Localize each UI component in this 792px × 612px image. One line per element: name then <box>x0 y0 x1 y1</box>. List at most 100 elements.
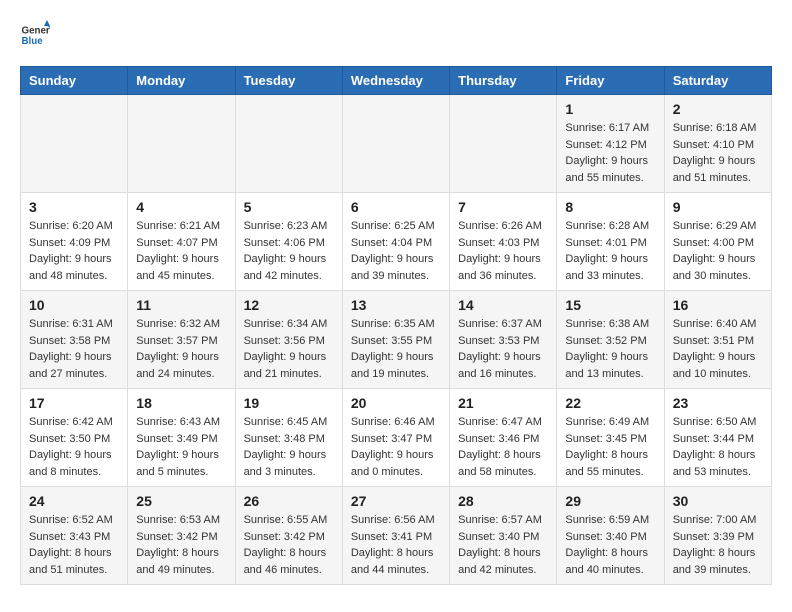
day-info: Sunrise: 6:38 AMSunset: 3:52 PMDaylight:… <box>565 316 655 382</box>
calendar-cell: 7 Sunrise: 6:26 AMSunset: 4:03 PMDaylight… <box>450 193 557 291</box>
header-day-tuesday: Tuesday <box>235 67 342 95</box>
calendar-cell: 23Sunrise: 6:50 AMSunset: 3:44 PMDayligh… <box>664 389 771 487</box>
day-number: 7 <box>458 199 548 215</box>
header-day-wednesday: Wednesday <box>342 67 449 95</box>
logo-icon: General Blue <box>20 20 50 50</box>
day-number: 10 <box>29 297 119 313</box>
day-info: Sunrise: 6:49 AMSunset: 3:45 PMDaylight:… <box>565 414 655 480</box>
day-info: Sunrise: 6:47 AMSunset: 3:46 PMDaylight:… <box>458 414 548 480</box>
calendar-cell: 26 Sunrise: 6:55 AMSunset: 3:42 PMDayligh… <box>235 487 342 585</box>
day-number: 17 <box>29 395 119 411</box>
day-number: 14 <box>458 297 548 313</box>
day-number: 26 <box>244 493 334 509</box>
day-info: Sunrise: 6:18 AMSunset: 4:10 PMDaylight:… <box>673 120 763 186</box>
calendar-header: SundayMondayTuesdayWednesdayThursdayFrid… <box>21 67 772 95</box>
day-info: Sunrise: 7:00 AMSunset: 3:39 PMDaylight:… <box>673 512 763 578</box>
day-info: Sunrise: 6:17 AMSunset: 4:12 PMDaylight:… <box>565 120 655 186</box>
day-info: Sunrise: 6:52 AMSunset: 3:43 PMDaylight:… <box>29 512 119 578</box>
header-day-saturday: Saturday <box>664 67 771 95</box>
week-row-5: 24Sunrise: 6:52 AMSunset: 3:43 PMDayligh… <box>21 487 772 585</box>
week-row-4: 17 Sunrise: 6:42 AMSunset: 3:50 PMDayligh… <box>21 389 772 487</box>
day-info: Sunrise: 6:31 AMSunset: 3:58 PMDaylight:… <box>29 316 119 382</box>
day-number: 25 <box>136 493 226 509</box>
day-number: 20 <box>351 395 441 411</box>
calendar-cell: 5Sunrise: 6:23 AMSunset: 4:06 PMDaylight… <box>235 193 342 291</box>
calendar-cell: 18 Sunrise: 6:43 AMSunset: 3:49 PMDayligh… <box>128 389 235 487</box>
day-number: 30 <box>673 493 763 509</box>
day-info: Sunrise: 6:46 AMSunset: 3:47 PMDaylight:… <box>351 414 441 480</box>
day-number: 11 <box>136 297 226 313</box>
week-row-3: 10 Sunrise: 6:31 AMSunset: 3:58 PMDayligh… <box>21 291 772 389</box>
calendar-cell: 6Sunrise: 6:25 AMSunset: 4:04 PMDaylight… <box>342 193 449 291</box>
calendar-cell: 14 Sunrise: 6:37 AMSunset: 3:53 PMDayligh… <box>450 291 557 389</box>
header-row: SundayMondayTuesdayWednesdayThursdayFrid… <box>21 67 772 95</box>
day-number: 15 <box>565 297 655 313</box>
day-info: Sunrise: 6:37 AMSunset: 3:53 PMDaylight:… <box>458 316 548 382</box>
calendar-cell: 1 Sunrise: 6:17 AMSunset: 4:12 PMDaylight… <box>557 95 664 193</box>
calendar-cell: 24Sunrise: 6:52 AMSunset: 3:43 PMDayligh… <box>21 487 128 585</box>
day-info: Sunrise: 6:32 AMSunset: 3:57 PMDaylight:… <box>136 316 226 382</box>
header-day-monday: Monday <box>128 67 235 95</box>
calendar-cell: 17 Sunrise: 6:42 AMSunset: 3:50 PMDayligh… <box>21 389 128 487</box>
calendar-cell: 9 Sunrise: 6:29 AMSunset: 4:00 PMDaylight… <box>664 193 771 291</box>
calendar-cell: 10 Sunrise: 6:31 AMSunset: 3:58 PMDayligh… <box>21 291 128 389</box>
day-info: Sunrise: 6:53 AMSunset: 3:42 PMDaylight:… <box>136 512 226 578</box>
day-number: 4 <box>136 199 226 215</box>
day-number: 23 <box>673 395 763 411</box>
day-number: 16 <box>673 297 763 313</box>
day-info: Sunrise: 6:26 AMSunset: 4:03 PMDaylight:… <box>458 218 548 284</box>
day-info: Sunrise: 6:56 AMSunset: 3:41 PMDaylight:… <box>351 512 441 578</box>
calendar-cell <box>235 95 342 193</box>
day-info: Sunrise: 6:42 AMSunset: 3:50 PMDaylight:… <box>29 414 119 480</box>
day-info: Sunrise: 6:55 AMSunset: 3:42 PMDaylight:… <box>244 512 334 578</box>
calendar-cell <box>21 95 128 193</box>
day-info: Sunrise: 6:57 AMSunset: 3:40 PMDaylight:… <box>458 512 548 578</box>
day-number: 12 <box>244 297 334 313</box>
day-info: Sunrise: 6:25 AMSunset: 4:04 PMDaylight:… <box>351 218 441 284</box>
calendar-cell: 27Sunrise: 6:56 AMSunset: 3:41 PMDayligh… <box>342 487 449 585</box>
calendar-cell: 8 Sunrise: 6:28 AMSunset: 4:01 PMDaylight… <box>557 193 664 291</box>
day-info: Sunrise: 6:20 AMSunset: 4:09 PMDaylight:… <box>29 218 119 284</box>
day-info: Sunrise: 6:59 AMSunset: 3:40 PMDaylight:… <box>565 512 655 578</box>
day-number: 19 <box>244 395 334 411</box>
calendar-body: 1 Sunrise: 6:17 AMSunset: 4:12 PMDaylight… <box>21 95 772 585</box>
day-number: 29 <box>565 493 655 509</box>
day-info: Sunrise: 6:29 AMSunset: 4:00 PMDaylight:… <box>673 218 763 284</box>
calendar-cell: 12Sunrise: 6:34 AMSunset: 3:56 PMDayligh… <box>235 291 342 389</box>
calendar-cell: 25 Sunrise: 6:53 AMSunset: 3:42 PMDayligh… <box>128 487 235 585</box>
calendar-cell: 20 Sunrise: 6:46 AMSunset: 3:47 PMDayligh… <box>342 389 449 487</box>
calendar-cell: 3 Sunrise: 6:20 AMSunset: 4:09 PMDaylight… <box>21 193 128 291</box>
day-number: 21 <box>458 395 548 411</box>
day-info: Sunrise: 6:23 AMSunset: 4:06 PMDaylight:… <box>244 218 334 284</box>
calendar-cell: 16Sunrise: 6:40 AMSunset: 3:51 PMDayligh… <box>664 291 771 389</box>
calendar-cell: 22 Sunrise: 6:49 AMSunset: 3:45 PMDayligh… <box>557 389 664 487</box>
calendar-cell: 30 Sunrise: 7:00 AMSunset: 3:39 PMDayligh… <box>664 487 771 585</box>
calendar-cell: 15 Sunrise: 6:38 AMSunset: 3:52 PMDayligh… <box>557 291 664 389</box>
day-info: Sunrise: 6:45 AMSunset: 3:48 PMDaylight:… <box>244 414 334 480</box>
calendar-cell <box>128 95 235 193</box>
day-number: 3 <box>29 199 119 215</box>
calendar-cell: 11 Sunrise: 6:32 AMSunset: 3:57 PMDayligh… <box>128 291 235 389</box>
calendar-cell: 29 Sunrise: 6:59 AMSunset: 3:40 PMDayligh… <box>557 487 664 585</box>
day-number: 13 <box>351 297 441 313</box>
day-number: 18 <box>136 395 226 411</box>
day-info: Sunrise: 6:43 AMSunset: 3:49 PMDaylight:… <box>136 414 226 480</box>
calendar-cell: 4Sunrise: 6:21 AMSunset: 4:07 PMDaylight… <box>128 193 235 291</box>
day-info: Sunrise: 6:35 AMSunset: 3:55 PMDaylight:… <box>351 316 441 382</box>
calendar-cell <box>450 95 557 193</box>
week-row-2: 3 Sunrise: 6:20 AMSunset: 4:09 PMDaylight… <box>21 193 772 291</box>
day-number: 8 <box>565 199 655 215</box>
header-day-thursday: Thursday <box>450 67 557 95</box>
day-number: 1 <box>565 101 655 117</box>
svg-text:General: General <box>22 26 51 37</box>
calendar-cell: 19 Sunrise: 6:45 AMSunset: 3:48 PMDayligh… <box>235 389 342 487</box>
day-number: 9 <box>673 199 763 215</box>
calendar-cell: 2Sunrise: 6:18 AMSunset: 4:10 PMDaylight… <box>664 95 771 193</box>
calendar-cell: 13 Sunrise: 6:35 AMSunset: 3:55 PMDayligh… <box>342 291 449 389</box>
week-row-1: 1 Sunrise: 6:17 AMSunset: 4:12 PMDaylight… <box>21 95 772 193</box>
logo: General Blue <box>20 20 54 50</box>
header: General Blue <box>20 20 772 50</box>
header-day-sunday: Sunday <box>21 67 128 95</box>
day-info: Sunrise: 6:28 AMSunset: 4:01 PMDaylight:… <box>565 218 655 284</box>
day-number: 22 <box>565 395 655 411</box>
